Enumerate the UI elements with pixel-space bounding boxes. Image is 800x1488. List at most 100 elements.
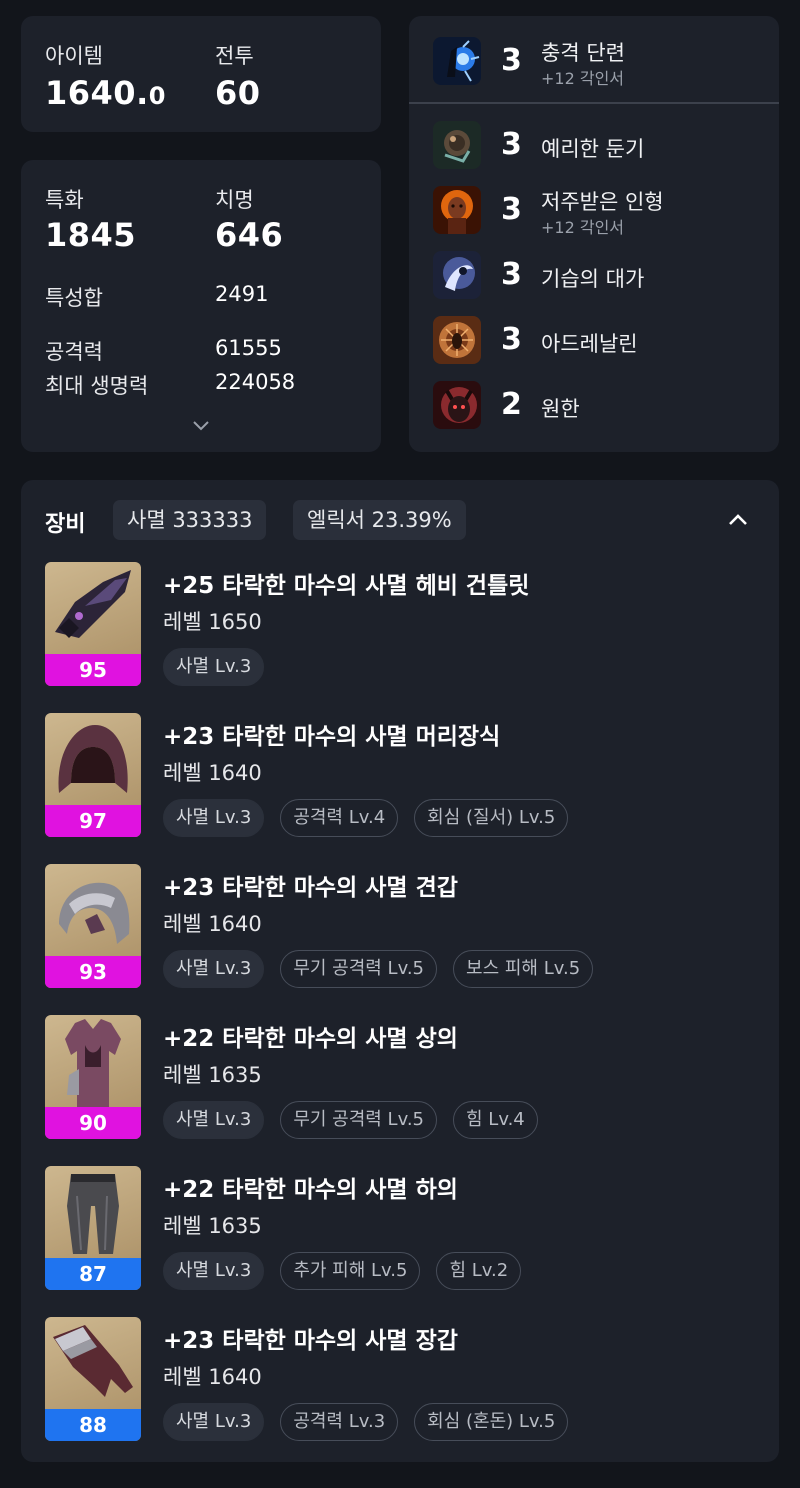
accessory-tag: 회심 (질서) Lv.5	[414, 799, 569, 837]
set-tag: 사멸 Lv.3	[163, 1252, 265, 1290]
item-tags: 사멸 Lv.3 공격력 Lv.4 회심 (질서) Lv.5	[163, 799, 569, 837]
engraving-name: 예리한 둔기	[541, 137, 645, 161]
chevron-up-icon[interactable]	[727, 512, 749, 528]
item-combat-card: 아이템 1640.0 전투 60	[21, 16, 381, 132]
engraving-level: 3	[501, 43, 522, 78]
stat-sum-value: 2491	[215, 282, 269, 306]
adrenaline-engraving-icon	[433, 316, 481, 364]
hood-icon: 97	[45, 713, 141, 837]
item-tags: 사멸 Lv.3 무기 공격력 Lv.5 보스 피해 Lv.5	[163, 950, 594, 988]
crit-value: 646	[215, 216, 284, 254]
engravings-card: 3 충격 단련 +12 각인서 3 예리한 둔기 3 저주받은 인형 +12 각…	[409, 16, 779, 452]
item-level: 레벨 1640	[163, 1365, 262, 1389]
item-level-label: 아이템	[45, 44, 103, 68]
accessory-tag: 무기 공격력 Lv.5	[280, 950, 438, 988]
engraving-book-count: +12 각인서	[541, 218, 625, 237]
crit-label: 치명	[215, 188, 254, 212]
item-tags: 사멸 Lv.3 무기 공격력 Lv.5 힘 Lv.4	[163, 1101, 538, 1139]
item-level: 레벨 1640	[163, 912, 262, 936]
master-ambush-engraving-icon	[433, 251, 481, 299]
accessory-tag: 공격력 Lv.3	[280, 1403, 399, 1441]
item-tags: 사멸 Lv.3 공격력 Lv.3 회심 (혼돈) Lv.5	[163, 1403, 569, 1441]
specialization-value: 1845	[45, 216, 137, 254]
engraving-level: 3	[501, 192, 522, 227]
equipment-item-shoulder[interactable]: 93 +23 타락한 마수의 사멸 견갑 레벨 1640 사멸 Lv.3 무기 …	[45, 864, 775, 990]
attack-power-label: 공격력	[45, 340, 103, 364]
engraving-row[interactable]: 3 충격 단련 +12 각인서	[433, 37, 773, 88]
equipment-item-chest[interactable]: 90 +22 타락한 마수의 사멸 상의 레벨 1635 사멸 Lv.3 무기 …	[45, 1015, 775, 1141]
engraving-name: 아드레날린	[541, 332, 638, 356]
gauntlet-icon: 95	[45, 562, 141, 686]
set-tag: 사멸 Lv.3	[163, 950, 265, 988]
quality-badge: 95	[45, 654, 141, 686]
item-level: 레벨 1635	[163, 1214, 262, 1238]
engraving-row[interactable]: 3 저주받은 인형 +12 각인서	[433, 186, 773, 237]
set-tag: 사멸 Lv.3	[163, 1101, 265, 1139]
accessory-tag: 회심 (혼돈) Lv.5	[414, 1403, 569, 1441]
item-level: 레벨 1640	[163, 761, 262, 785]
item-level: 레벨 1635	[163, 1063, 262, 1087]
item-name: +23 타락한 마수의 사멸 머리장식	[163, 724, 501, 750]
engraving-level: 3	[501, 127, 522, 162]
combat-level-label: 전투	[215, 44, 254, 68]
quality-badge: 93	[45, 956, 141, 988]
engraving-level: 3	[501, 257, 522, 292]
grudge-engraving-icon	[433, 381, 481, 429]
quality-badge: 88	[45, 1409, 141, 1441]
set-effect-badge: 사멸 333333	[113, 500, 267, 540]
max-hp-label: 최대 생명력	[45, 374, 149, 398]
item-level-value: 1640.0	[45, 74, 166, 112]
engraving-level: 3	[501, 322, 522, 357]
combat-level-value: 60	[215, 74, 261, 112]
engraving-name: 원한	[541, 397, 580, 421]
chest-armor-icon: 90	[45, 1015, 141, 1139]
equipment-title: 장비	[45, 512, 86, 537]
item-level-decimal: 0	[148, 82, 166, 110]
item-level-main: 1640.	[45, 74, 149, 112]
pauldron-icon: 93	[45, 864, 141, 988]
shock-engraving-icon	[433, 37, 481, 85]
attack-power-value: 61555	[215, 336, 282, 360]
item-name: +22 타락한 마수의 사멸 상의	[163, 1026, 458, 1052]
elixir-badge: 엘릭서 23.39%	[293, 500, 466, 540]
accessory-tag: 힘 Lv.2	[436, 1252, 522, 1290]
engraving-book-count: +12 각인서	[541, 69, 625, 88]
chevron-down-icon[interactable]	[191, 418, 211, 432]
cursed-doll-engraving-icon	[433, 186, 481, 234]
engraving-level: 2	[501, 387, 522, 422]
item-name: +22 타락한 마수의 사멸 하의	[163, 1177, 458, 1203]
quality-badge: 87	[45, 1258, 141, 1290]
engraving-name: 기습의 대가	[541, 267, 645, 291]
set-tag: 사멸 Lv.3	[163, 648, 265, 686]
set-tag: 사멸 Lv.3	[163, 1403, 265, 1441]
item-name: +23 타락한 마수의 사멸 장갑	[163, 1328, 458, 1354]
glove-icon: 88	[45, 1317, 141, 1441]
stats-detail-card: 특화 1845 치명 646 특성합 2491 공격력 61555 최대 생명력…	[21, 160, 381, 452]
equipment-item-gloves[interactable]: 88 +23 타락한 마수의 사멸 장갑 레벨 1640 사멸 Lv.3 공격력…	[45, 1317, 775, 1443]
engraving-divider	[409, 102, 779, 104]
equipment-item-helmet[interactable]: 97 +23 타락한 마수의 사멸 머리장식 레벨 1640 사멸 Lv.3 공…	[45, 713, 775, 839]
accessory-tag: 무기 공격력 Lv.5	[280, 1101, 438, 1139]
item-name: +25 타락한 마수의 사멸 헤비 건틀릿	[163, 573, 530, 599]
item-tags: 사멸 Lv.3 추가 피해 Lv.5 힘 Lv.2	[163, 1252, 522, 1290]
engraving-name: 충격 단련	[541, 41, 625, 65]
quality-badge: 90	[45, 1107, 141, 1139]
equipment-card: 장비 사멸 333333 엘릭서 23.39% 95 +25 타락한 마수의 사…	[21, 480, 779, 1462]
set-tag: 사멸 Lv.3	[163, 799, 265, 837]
item-tags: 사멸 Lv.3	[163, 648, 265, 686]
engraving-row[interactable]: 2 원한	[433, 381, 773, 431]
accessory-tag: 추가 피해 Lv.5	[280, 1252, 421, 1290]
item-level: 레벨 1650	[163, 610, 262, 634]
engraving-row[interactable]: 3 예리한 둔기	[433, 121, 773, 171]
accessory-tag: 공격력 Lv.4	[280, 799, 399, 837]
accessory-tag: 힘 Lv.4	[453, 1101, 538, 1139]
stat-sum-label: 특성합	[45, 286, 103, 310]
quality-badge: 97	[45, 805, 141, 837]
equipment-item-pants[interactable]: 87 +22 타락한 마수의 사멸 하의 레벨 1635 사멸 Lv.3 추가 …	[45, 1166, 775, 1292]
equipment-item-gauntlet[interactable]: 95 +25 타락한 마수의 사멸 헤비 건틀릿 레벨 1650 사멸 Lv.3	[45, 562, 775, 688]
max-hp-value: 224058	[215, 370, 296, 394]
engraving-row[interactable]: 3 기습의 대가	[433, 251, 773, 301]
engraving-row[interactable]: 3 아드레날린	[433, 316, 773, 366]
accessory-tag: 보스 피해 Lv.5	[453, 950, 594, 988]
leggings-icon: 87	[45, 1166, 141, 1290]
